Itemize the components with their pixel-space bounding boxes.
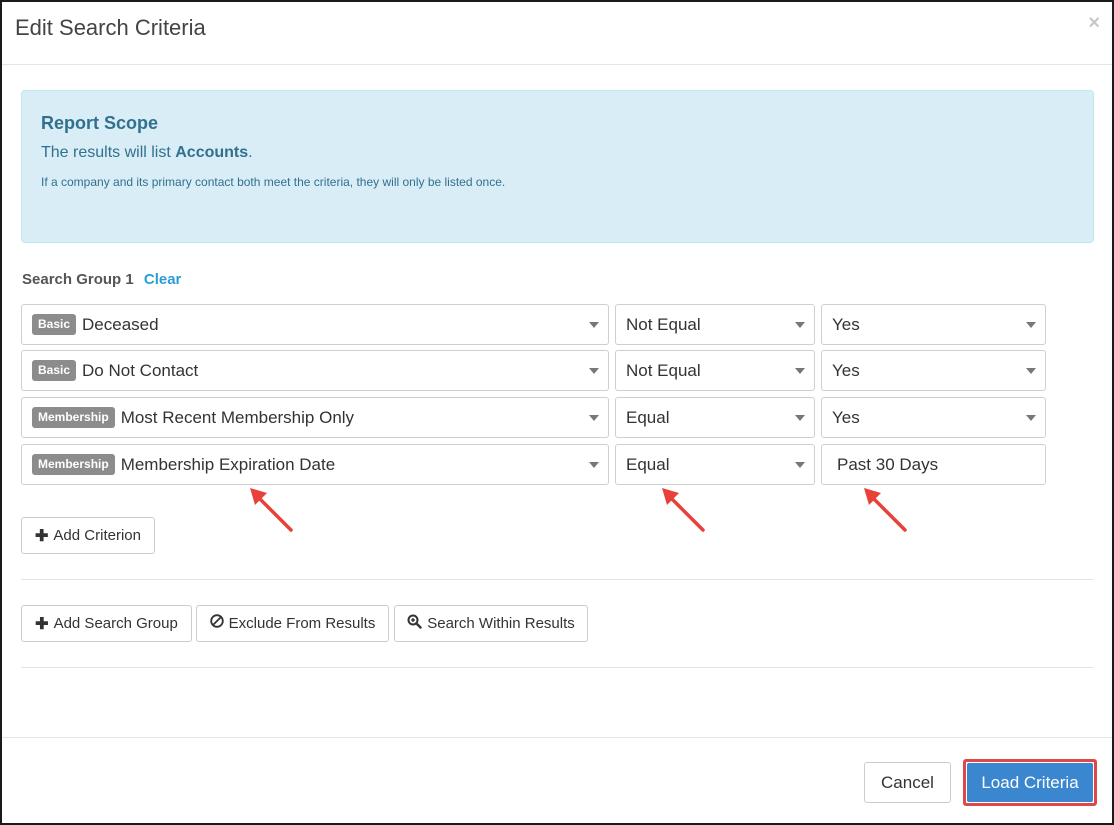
chevron-down-icon bbox=[1026, 415, 1036, 421]
criterion-field-label: Do Not Contact bbox=[82, 360, 199, 380]
modal-footer-divider bbox=[2, 737, 1112, 738]
criterion-operator-label: Not Equal bbox=[626, 360, 701, 380]
criterion-field-select[interactable]: Membership Membership Expiration Date bbox=[21, 444, 609, 485]
divider bbox=[21, 667, 1094, 668]
modal-title: Edit Search Criteria bbox=[15, 15, 206, 40]
criterion-value-label: Yes bbox=[832, 407, 860, 427]
edit-search-criteria-modal: Edit Search Criteria × Report Scope The … bbox=[0, 0, 1114, 825]
scope-entity: Accounts bbox=[175, 144, 249, 161]
field-category-badge: Basic bbox=[32, 360, 77, 381]
ban-icon bbox=[209, 614, 224, 633]
modal-header: Edit Search Criteria × bbox=[2, 2, 1112, 65]
criterion-value-select[interactable]: Yes bbox=[821, 397, 1046, 438]
criterion-value-label: Yes bbox=[832, 314, 860, 334]
load-criteria-button[interactable]: Load Criteria bbox=[967, 763, 1093, 802]
add-criterion-label: Add Criterion bbox=[53, 527, 141, 544]
exclude-from-results-label: Exclude From Results bbox=[228, 615, 376, 632]
report-scope-panel: Report Scope The results will list Accou… bbox=[21, 90, 1094, 243]
close-icon[interactable]: × bbox=[1088, 12, 1100, 35]
report-scope-title: Report Scope bbox=[41, 113, 159, 133]
plus-icon: ✚ bbox=[35, 615, 49, 633]
report-scope-note: If a company and its primary contact bot… bbox=[41, 175, 506, 189]
scope-line-prefix: The results will list bbox=[41, 144, 176, 161]
criterion-operator-label: Not Equal bbox=[626, 314, 701, 334]
criterion-operator-select[interactable]: Not Equal bbox=[615, 350, 815, 391]
add-criterion-button[interactable]: ✚ Add Criterion bbox=[21, 517, 155, 554]
chevron-down-icon bbox=[589, 368, 599, 374]
search-within-results-label: Search Within Results bbox=[427, 615, 575, 632]
search-group-header: Search Group 1 Clear bbox=[22, 271, 181, 288]
search-group-title: Search Group 1 bbox=[22, 271, 134, 288]
arrow-annotation bbox=[662, 488, 705, 532]
chevron-down-icon bbox=[589, 322, 599, 328]
criterion-value-input[interactable]: Past 30 Days bbox=[821, 444, 1046, 485]
chevron-down-icon bbox=[795, 462, 805, 468]
report-scope-description: The results will list Accounts. bbox=[41, 144, 253, 162]
plus-icon: ✚ bbox=[35, 527, 49, 545]
chevron-down-icon bbox=[589, 462, 599, 468]
chevron-down-icon bbox=[795, 322, 805, 328]
criterion-operator-select[interactable]: Not Equal bbox=[615, 304, 815, 345]
field-category-badge: Basic bbox=[32, 314, 77, 335]
criterion-field-select[interactable]: Membership Most Recent Membership Only bbox=[21, 397, 609, 438]
scope-line-suffix: . bbox=[248, 144, 253, 161]
divider bbox=[21, 579, 1094, 580]
criterion-field-label: Membership Expiration Date bbox=[120, 454, 336, 474]
chevron-down-icon bbox=[795, 368, 805, 374]
arrow-annotation bbox=[250, 488, 293, 532]
criterion-operator-label: Equal bbox=[626, 454, 670, 474]
criterion-field-label: Deceased bbox=[82, 314, 159, 334]
criterion-value-select[interactable]: Yes bbox=[821, 304, 1046, 345]
criterion-operator-select[interactable]: Equal bbox=[615, 397, 815, 438]
cancel-button[interactable]: Cancel bbox=[864, 762, 951, 803]
chevron-down-icon bbox=[795, 415, 805, 421]
chevron-down-icon bbox=[1026, 322, 1036, 328]
clear-group-link[interactable]: Clear bbox=[144, 271, 182, 288]
field-category-badge: Membership bbox=[32, 407, 115, 428]
criterion-operator-select[interactable]: Equal bbox=[615, 444, 815, 485]
exclude-from-results-button[interactable]: Exclude From Results bbox=[196, 605, 389, 642]
criterion-value-select[interactable]: Yes bbox=[821, 350, 1046, 391]
chevron-down-icon bbox=[589, 415, 599, 421]
criterion-field-label: Most Recent Membership Only bbox=[120, 407, 355, 427]
arrow-annotation bbox=[864, 488, 907, 532]
criterion-value-text: Past 30 Days bbox=[837, 454, 939, 474]
criterion-field-select[interactable]: Basic Deceased bbox=[21, 304, 609, 345]
search-within-results-button[interactable]: Search Within Results bbox=[394, 605, 588, 642]
criterion-value-label: Yes bbox=[832, 360, 860, 380]
field-category-badge: Membership bbox=[32, 454, 115, 475]
chevron-down-icon bbox=[1026, 368, 1036, 374]
add-search-group-button[interactable]: ✚ Add Search Group bbox=[21, 605, 192, 642]
criterion-field-select[interactable]: Basic Do Not Contact bbox=[21, 350, 609, 391]
load-criteria-highlight: Load Criteria bbox=[963, 759, 1097, 806]
add-search-group-label: Add Search Group bbox=[53, 615, 178, 632]
criterion-operator-label: Equal bbox=[626, 407, 670, 427]
zoom-in-icon bbox=[407, 614, 422, 634]
